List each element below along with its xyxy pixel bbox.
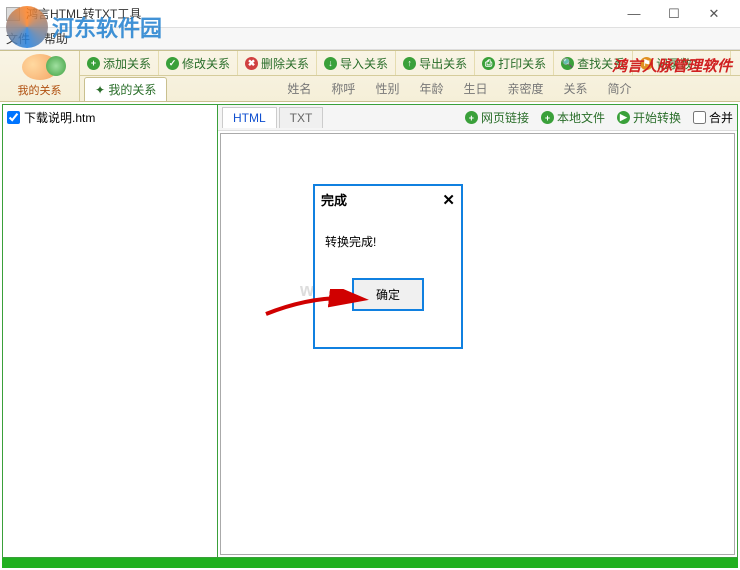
edit-icon: ✓ bbox=[166, 57, 179, 70]
plus-icon: + bbox=[465, 111, 478, 124]
col-intro: 简介 bbox=[608, 80, 632, 97]
export-icon: ↑ bbox=[403, 57, 416, 70]
search-icon: 🔍 bbox=[561, 57, 574, 70]
watermark-logo: 河东软件园 bbox=[6, 6, 162, 48]
add-icon: + bbox=[87, 57, 100, 70]
start-label: 开始转换 bbox=[633, 109, 681, 126]
print-icon: ⎙ bbox=[482, 57, 495, 70]
file-name: 下载说明.htm bbox=[24, 109, 95, 126]
col-rel: 关系 bbox=[564, 80, 588, 97]
edit-button[interactable]: ✓修改关系 bbox=[159, 51, 238, 75]
add-button[interactable]: +添加关系 bbox=[80, 51, 159, 75]
content-area: 完成 ✕ 转换完成! 确定 bbox=[220, 133, 735, 555]
brand-text: 鸿言人脉管理软件 bbox=[612, 55, 732, 76]
add-label: 添加关系 bbox=[103, 55, 151, 72]
edit-label: 修改关系 bbox=[182, 55, 230, 72]
col-name: 姓名 bbox=[287, 80, 311, 97]
column-headers: 姓名 称呼 性别 年龄 生日 亲密度 关系 简介 bbox=[287, 80, 740, 97]
merge-checkbox[interactable] bbox=[693, 111, 706, 124]
dialog-close-button[interactable]: ✕ bbox=[442, 191, 455, 209]
import-label: 导入关系 bbox=[340, 55, 388, 72]
right-pane: HTML TXT +网页链接 +本地文件 ▶开始转换 合并 完成 ✕ 转换完成!… bbox=[218, 105, 737, 557]
watermark-text: 河东软件园 bbox=[52, 11, 162, 43]
merge-checkbox-group[interactable]: 合并 bbox=[693, 109, 733, 126]
main-area: 下载说明.htm HTML TXT +网页链接 +本地文件 ▶开始转换 合并 完… bbox=[2, 104, 738, 558]
export-label: 导出关系 bbox=[419, 55, 467, 72]
dialog-title: 完成 bbox=[321, 190, 347, 209]
weblink-label: 网页链接 bbox=[481, 109, 529, 126]
file-checkbox[interactable] bbox=[7, 111, 20, 124]
dialog-message: 转换完成! bbox=[315, 213, 461, 270]
avatar-icon bbox=[22, 54, 58, 80]
close-button[interactable]: ✕ bbox=[694, 3, 734, 25]
col-sex: 性别 bbox=[375, 80, 399, 97]
col-age: 年龄 bbox=[419, 80, 443, 97]
annotation-arrow bbox=[261, 289, 371, 329]
status-bar bbox=[2, 558, 738, 568]
right-toolbar: HTML TXT +网页链接 +本地文件 ▶开始转换 合并 bbox=[218, 105, 737, 131]
import-button[interactable]: ↓导入关系 bbox=[317, 51, 396, 75]
localfile-label: 本地文件 bbox=[557, 109, 605, 126]
col-birth: 生日 bbox=[463, 80, 487, 97]
start-button[interactable]: ▶开始转换 bbox=[617, 109, 681, 126]
file-item[interactable]: 下载说明.htm bbox=[7, 109, 213, 126]
print-button[interactable]: ⎙打印关系 bbox=[475, 51, 554, 75]
delete-label: 删除关系 bbox=[261, 55, 309, 72]
tab-my-relations[interactable]: ✦ 我的关系 bbox=[84, 77, 167, 101]
minimize-button[interactable]: — bbox=[614, 3, 654, 25]
tab-html[interactable]: HTML bbox=[222, 107, 277, 128]
merge-label: 合并 bbox=[709, 109, 733, 126]
delete-icon: ✖ bbox=[245, 57, 258, 70]
plus-icon: + bbox=[541, 111, 554, 124]
col-call: 称呼 bbox=[331, 80, 355, 97]
maximize-button[interactable]: ☐ bbox=[654, 3, 694, 25]
print-label: 打印关系 bbox=[498, 55, 546, 72]
avatar-box[interactable]: 我的关系 bbox=[0, 51, 80, 101]
left-pane: 下载说明.htm bbox=[3, 105, 218, 557]
watermark-icon bbox=[6, 6, 48, 48]
weblink-button[interactable]: +网页链接 bbox=[465, 109, 529, 126]
tab-my-label: 我的关系 bbox=[108, 83, 156, 97]
tab-txt[interactable]: TXT bbox=[279, 107, 324, 128]
toolbar: 我的关系 +添加关系 ✓修改关系 ✖删除关系 ↓导入关系 ↑导出关系 ⎙打印关系… bbox=[0, 50, 740, 102]
avatar-label: 我的关系 bbox=[18, 82, 62, 98]
export-button[interactable]: ↑导出关系 bbox=[396, 51, 475, 75]
col-close: 亲密度 bbox=[507, 80, 543, 97]
import-icon: ↓ bbox=[324, 57, 337, 70]
delete-button[interactable]: ✖删除关系 bbox=[238, 51, 317, 75]
localfile-button[interactable]: +本地文件 bbox=[541, 109, 605, 126]
play-icon: ▶ bbox=[617, 111, 630, 124]
